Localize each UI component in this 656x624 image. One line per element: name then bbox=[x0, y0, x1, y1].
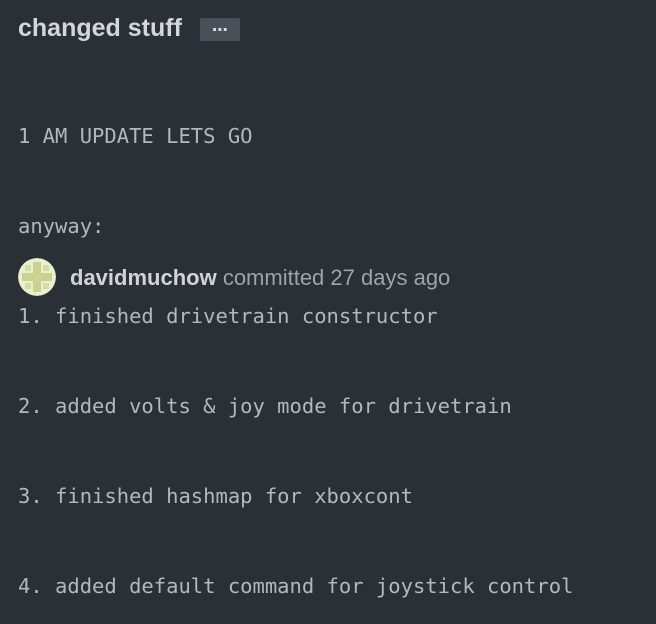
commit-message-line: 3. finished hashmap for xboxcont bbox=[18, 484, 413, 508]
commit-message-line: 1 AM UPDATE LETS GO bbox=[18, 124, 253, 148]
expand-commit-message-button[interactable]: … bbox=[199, 16, 240, 41]
commit-author-row: davidmuchow committed 27 days ago bbox=[18, 258, 450, 296]
author-link[interactable]: davidmuchow bbox=[70, 265, 217, 290]
commit-message-line: 1. finished drivetrain constructor bbox=[18, 304, 438, 328]
commit-message-line: 4. added default command for joystick co… bbox=[18, 574, 574, 598]
commit-message-line: anyway: bbox=[18, 214, 105, 238]
commit-message-body: 1 AM UPDATE LETS GO anyway: 1. finished … bbox=[18, 61, 573, 624]
commit-message-line: 2. added volts & joy mode for drivetrain bbox=[18, 394, 512, 418]
commit-attribution: davidmuchow committed 27 days ago bbox=[70, 265, 450, 291]
ellipsis-icon: … bbox=[211, 16, 228, 35]
identicon-avatar-icon bbox=[18, 258, 56, 296]
commit-time: 27 days ago bbox=[330, 265, 451, 290]
avatar[interactable] bbox=[18, 258, 56, 296]
committed-label: committed bbox=[222, 265, 325, 290]
commit-header: changed stuff … bbox=[18, 10, 240, 46]
commit-title: changed stuff bbox=[18, 13, 182, 42]
